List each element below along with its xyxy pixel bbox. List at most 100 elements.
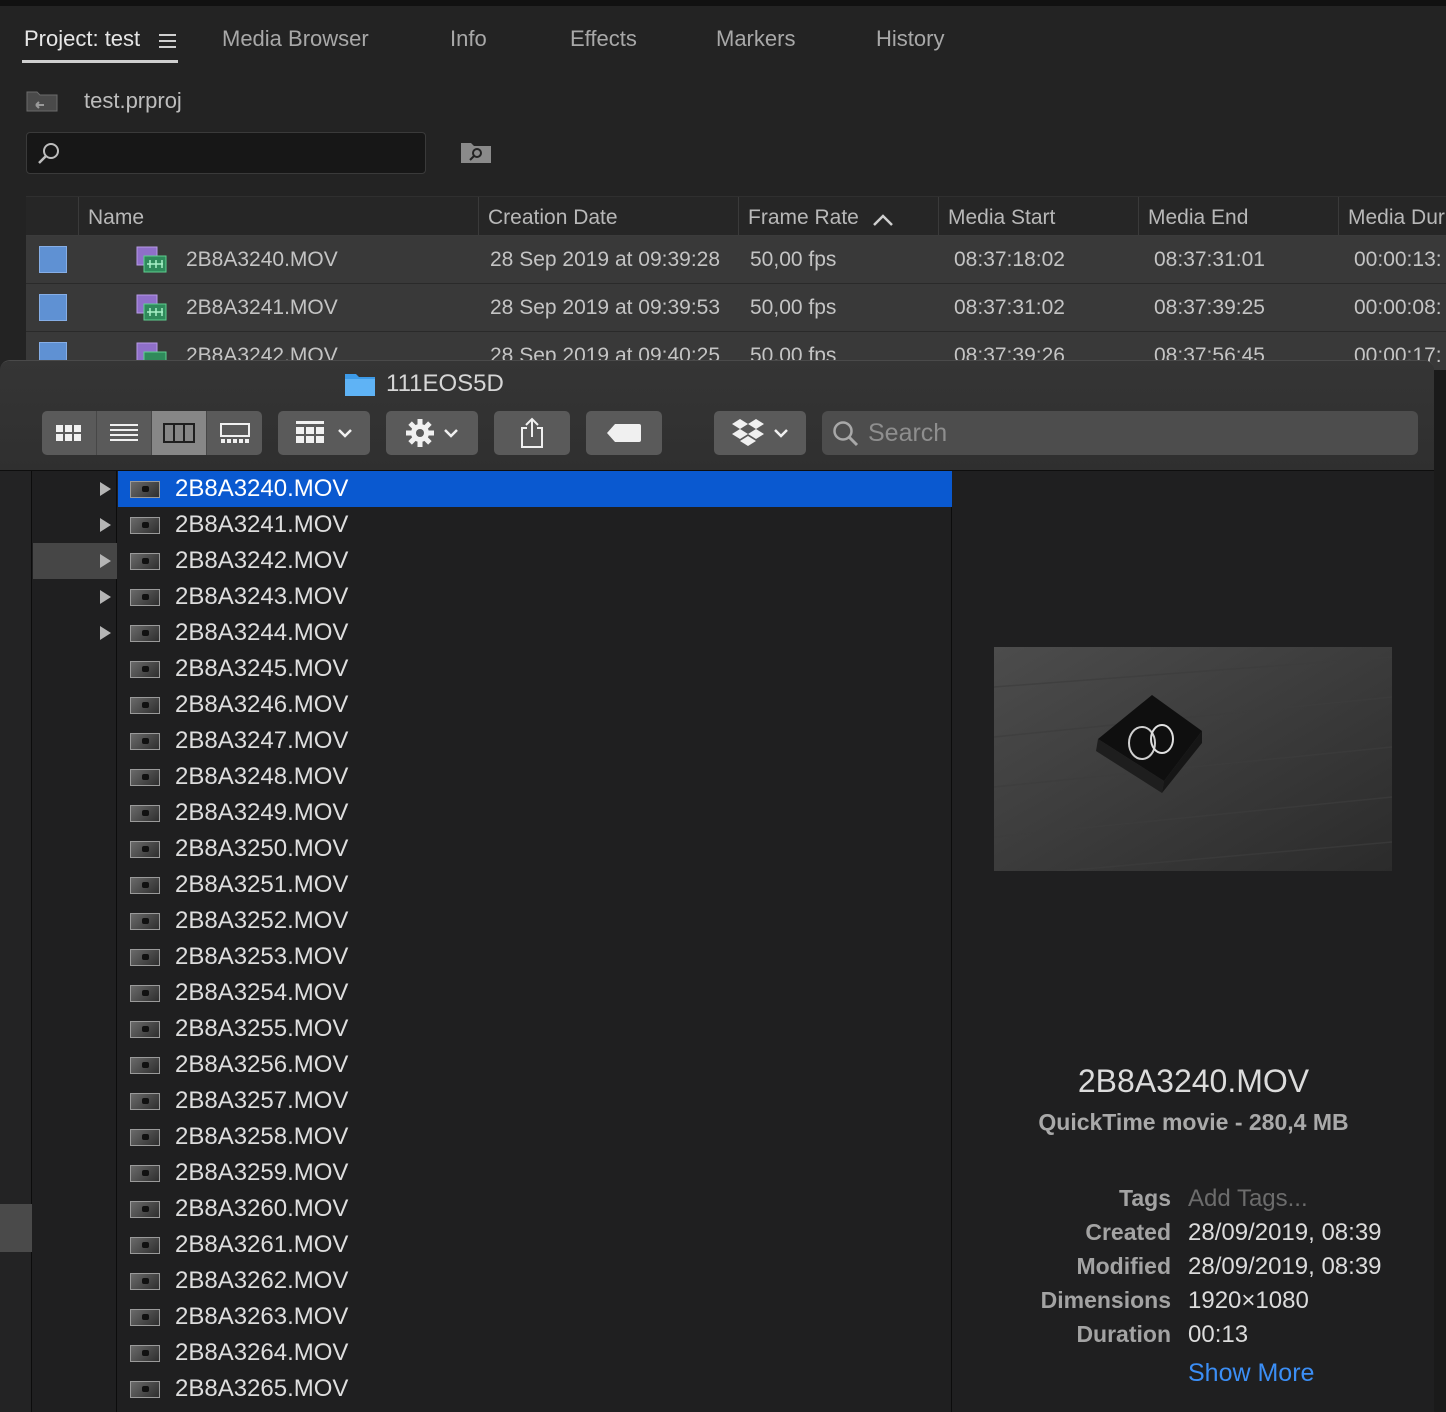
- column-media-duration[interactable]: Media Dur: [1348, 206, 1445, 230]
- project-folder-icon[interactable]: [26, 88, 58, 112]
- chevron-up-icon[interactable]: [872, 213, 894, 227]
- file-row[interactable]: 2B8A3263.MOV: [118, 1299, 952, 1335]
- find-bin-icon[interactable]: [460, 140, 492, 164]
- clip-media-end: 08:37:31:01: [1154, 248, 1265, 271]
- clip-media-start: 08:37:31:02: [954, 296, 1065, 319]
- file-row[interactable]: 2B8A3261.MOV: [118, 1227, 952, 1263]
- icon-view-button[interactable]: [42, 411, 97, 455]
- video-thumbnail-icon: [130, 733, 160, 750]
- window-title: 111EOS5D: [344, 369, 504, 399]
- file-row[interactable]: 2B8A3262.MOV: [118, 1263, 952, 1299]
- video-thumbnail-icon: [130, 985, 160, 1002]
- search-placeholder: Search: [868, 419, 948, 447]
- share-icon: [521, 417, 543, 448]
- file-row[interactable]: 2B8A3254.MOV: [118, 975, 952, 1011]
- list-item[interactable]: [33, 471, 117, 507]
- file-row[interactable]: 2B8A3260.MOV: [118, 1191, 952, 1227]
- file-name: 2B8A3241.MOV: [175, 511, 349, 538]
- clip-creation-date: 28 Sep 2019 at 09:39:53: [490, 296, 721, 319]
- add-tags-field[interactable]: Add Tags...: [1188, 1185, 1308, 1213]
- preview-file-kind: QuickTime movie - 280,4 MB: [1038, 1109, 1349, 1135]
- video-thumbnail-icon: [130, 589, 160, 606]
- tab-markers[interactable]: Markers: [716, 26, 795, 52]
- action-menu-button[interactable]: [386, 411, 478, 455]
- file-row[interactable]: 2B8A3258.MOV: [118, 1119, 952, 1155]
- file-name: 2B8A3252.MOV: [175, 907, 349, 934]
- tags-button[interactable]: [586, 411, 662, 455]
- clip-media-duration: 00:00:08:: [1354, 296, 1442, 319]
- column-media-start[interactable]: Media Start: [948, 206, 1055, 230]
- file-name: 2B8A3249.MOV: [175, 799, 349, 826]
- file-row[interactable]: 2B8A3255.MOV: [118, 1011, 952, 1047]
- finder-search-input[interactable]: Search: [822, 411, 1418, 455]
- file-row[interactable]: 2B8A3249.MOV: [118, 795, 952, 831]
- group-by-button[interactable]: [278, 411, 370, 455]
- tab-project[interactable]: Project: test: [24, 26, 140, 52]
- clip-frame-rate: 50,00 fps: [750, 296, 837, 319]
- sidebar-highlight[interactable]: [0, 1204, 32, 1252]
- file-name: 2B8A3248.MOV: [175, 763, 349, 790]
- preview-file-name: 2B8A3240.MOV: [1077, 1063, 1310, 1099]
- video-thumbnail-icon: [130, 1057, 160, 1074]
- column-view-button[interactable]: [152, 411, 207, 455]
- file-row[interactable]: 2B8A3252.MOV: [118, 903, 952, 939]
- file-row[interactable]: 2B8A3242.MOV: [118, 543, 952, 579]
- file-row[interactable]: 2B8A3243.MOV: [118, 579, 952, 615]
- tab-media-browser[interactable]: Media Browser: [222, 26, 369, 52]
- panel-menu-icon[interactable]: [159, 34, 176, 48]
- list-view-button[interactable]: [97, 411, 152, 455]
- disclosure-triangle-icon[interactable]: [100, 626, 111, 640]
- tab-effects[interactable]: Effects: [570, 26, 637, 52]
- column-creation-date[interactable]: Creation Date: [488, 206, 618, 230]
- file-name: 2B8A3255.MOV: [175, 1015, 349, 1042]
- project-search-input[interactable]: [26, 132, 426, 174]
- tab-info[interactable]: Info: [450, 26, 487, 52]
- list-item[interactable]: [33, 507, 117, 543]
- column-name[interactable]: Name: [88, 206, 144, 230]
- video-thumbnail-icon: [130, 1237, 160, 1254]
- chevron-down-icon: [774, 429, 788, 438]
- clip-name: 2B8A3240.MOV: [186, 248, 338, 271]
- tab-history[interactable]: History: [876, 26, 944, 52]
- column-frame-rate[interactable]: Frame Rate: [748, 206, 859, 230]
- meta-value-dimensions: 1920×1080: [1188, 1287, 1309, 1314]
- list-item[interactable]: [33, 615, 117, 651]
- file-row[interactable]: 2B8A3256.MOV: [118, 1047, 952, 1083]
- file-row[interactable]: 2B8A3241.MOV: [118, 507, 952, 543]
- file-row[interactable]: 2B8A3264.MOV: [118, 1335, 952, 1371]
- file-row[interactable]: 2B8A3244.MOV: [118, 615, 952, 651]
- meta-value-duration: 00:13: [1188, 1321, 1249, 1348]
- disclosure-triangle-icon[interactable]: [100, 518, 111, 532]
- video-thumbnail-icon: [130, 1381, 160, 1398]
- disclosure-triangle-icon[interactable]: [100, 482, 111, 496]
- show-more-link[interactable]: Show More: [1188, 1359, 1314, 1388]
- project-clip-table: Name Creation Date Frame Rate Media Star…: [26, 196, 1446, 380]
- panel-top-border: [0, 0, 1446, 6]
- table-row[interactable]: 2B8A3240.MOV 28 Sep 2019 at 09:39:28 50,…: [26, 236, 1446, 284]
- file-row[interactable]: 2B8A3248.MOV: [118, 759, 952, 795]
- label-color-swatch[interactable]: [39, 246, 67, 273]
- file-row[interactable]: 2B8A3259.MOV: [118, 1155, 952, 1191]
- file-row[interactable]: 2B8A3247.MOV: [118, 723, 952, 759]
- file-row[interactable]: 2B8A3253.MOV: [118, 939, 952, 975]
- list-item[interactable]: [33, 579, 117, 615]
- table-row[interactable]: 2B8A3241.MOV 28 Sep 2019 at 09:39:53 50,…: [26, 284, 1446, 332]
- group-grid-icon: [296, 421, 324, 443]
- file-row[interactable]: 2B8A3257.MOV: [118, 1083, 952, 1119]
- list-item[interactable]: [33, 543, 117, 579]
- file-row[interactable]: 2B8A3240.MOV: [118, 471, 952, 507]
- file-row[interactable]: 2B8A3265.MOV: [118, 1371, 952, 1407]
- dropbox-button[interactable]: [714, 411, 806, 455]
- column-media-end[interactable]: Media End: [1148, 206, 1248, 230]
- file-row[interactable]: 2B8A3250.MOV: [118, 831, 952, 867]
- share-button[interactable]: [494, 411, 570, 455]
- file-row[interactable]: 2B8A3245.MOV: [118, 651, 952, 687]
- label-color-swatch[interactable]: [39, 294, 67, 321]
- disclosure-triangle-icon[interactable]: [100, 590, 111, 604]
- video-preview-thumbnail[interactable]: [994, 647, 1392, 871]
- file-row[interactable]: 2B8A3251.MOV: [118, 867, 952, 903]
- file-row[interactable]: 2B8A3246.MOV: [118, 687, 952, 723]
- disclosure-triangle-icon[interactable]: [100, 554, 111, 568]
- gallery-view-button[interactable]: [207, 411, 262, 455]
- video-thumbnail-icon: [130, 517, 160, 534]
